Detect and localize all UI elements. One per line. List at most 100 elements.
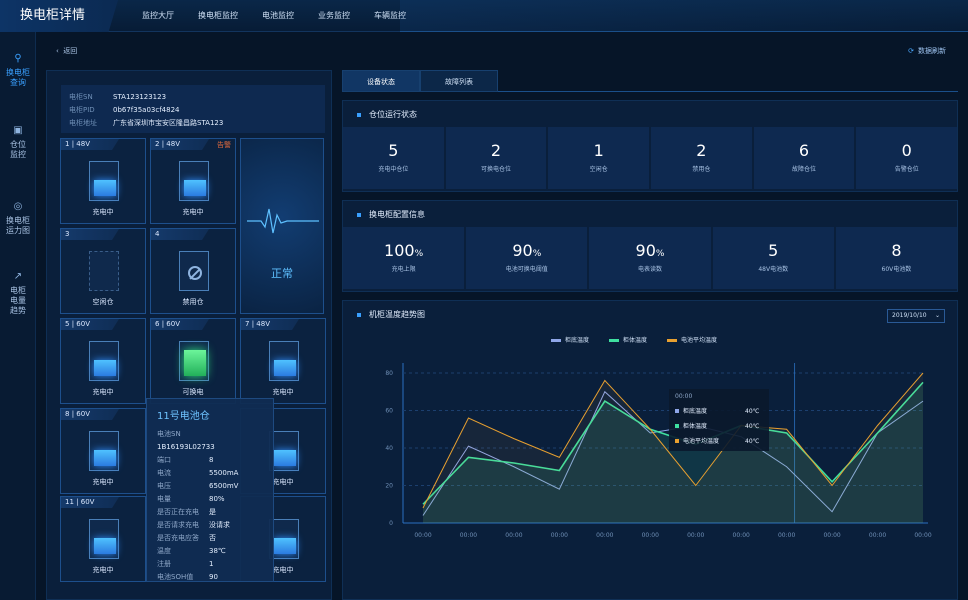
slot-header: 5 | 60V bbox=[61, 319, 119, 330]
tooltip-name: 柜底温度 bbox=[683, 408, 708, 415]
slot-cell-7[interactable]: 7 | 48V 充电中 bbox=[240, 318, 326, 404]
popup-value: 90 bbox=[209, 573, 218, 581]
slot-number: 8 bbox=[65, 410, 70, 418]
section-title: 机柜温度趋势图 bbox=[357, 309, 425, 320]
stat-label: 告警仓位 bbox=[894, 166, 919, 173]
nav-business-monitor[interactable]: 业务监控 bbox=[318, 0, 350, 32]
chevron-down-icon: ⌄ bbox=[934, 312, 940, 319]
refresh-button[interactable]: ⟳ 数据刷新 bbox=[908, 46, 946, 56]
sidebar-item-capacity-map[interactable]: ◎ 换电柜 运力图 bbox=[0, 202, 36, 236]
slot-status: 充电中 bbox=[182, 208, 204, 216]
popup-key: 温度 bbox=[157, 547, 171, 555]
battery-stack bbox=[94, 538, 116, 554]
sidebar-item-slot-monitor[interactable]: ▣ 仓位 监控 bbox=[0, 126, 36, 160]
back-button[interactable]: ‹ 返回 bbox=[56, 46, 77, 56]
tooltip-value: 40℃ bbox=[745, 438, 760, 445]
slot-status: 充电中 bbox=[92, 388, 114, 396]
stat-label: 禁用仓 bbox=[692, 166, 711, 173]
date-select[interactable]: 2019/10/10 ⌄ bbox=[887, 309, 945, 323]
sidebar-item-label: 监控 bbox=[10, 150, 26, 159]
sidebar-item-label: 运力图 bbox=[6, 226, 30, 235]
popup-value: 8 bbox=[209, 456, 214, 464]
tooltip-row: 柜体温度 40℃ bbox=[675, 419, 763, 434]
stat-label: 充电上限 bbox=[391, 266, 416, 273]
refresh-icon: ⟳ bbox=[908, 47, 914, 55]
sidebar-item-label: 电柜 bbox=[10, 286, 26, 295]
slot-cell-5[interactable]: 5 | 60V 充电中 bbox=[60, 318, 146, 404]
battery-stack bbox=[94, 360, 116, 376]
nav-vehicle-monitor[interactable]: 车辆监控 bbox=[374, 0, 406, 32]
stat-value: 5 bbox=[768, 241, 779, 260]
stat-card: 5 充电中仓位 bbox=[343, 127, 444, 189]
tab-bar: 设备状态 故障列表 bbox=[342, 70, 958, 92]
sidebar-item-label: 趋势 bbox=[10, 306, 26, 315]
slot-voltage: 48V bbox=[76, 140, 90, 148]
section-title: 仓位运行状态 bbox=[357, 109, 417, 120]
popup-row: 是否充电应答 否 bbox=[157, 532, 263, 545]
slot-cell-3[interactable]: 3 空闲仓 bbox=[60, 228, 146, 314]
legend-item[interactable]: 电池平均温度 bbox=[667, 335, 717, 344]
sidebar-item-power-trend[interactable]: ↗ 电柜 电量 趋势 bbox=[0, 272, 36, 316]
legend-item[interactable]: 柜体温度 bbox=[609, 335, 647, 344]
cabinet-info: 电柜SN STA123123123 电柜PID 0b67f35a03cf4824 电… bbox=[61, 85, 325, 133]
popup-value: 是 bbox=[209, 508, 216, 516]
popup-row: 电池SOH值 90 bbox=[157, 571, 263, 584]
slot-cell-1[interactable]: 1 | 48V 充电中 bbox=[60, 138, 146, 224]
search-icon: ⚲ bbox=[14, 53, 22, 64]
status-normal-label: 正常 bbox=[271, 267, 293, 280]
stat-value-wrap: 8 bbox=[836, 241, 957, 260]
popup-row: 注册 1 bbox=[157, 558, 263, 571]
battery-box-icon bbox=[89, 341, 119, 381]
slot-cell-4[interactable]: 4 禁用仓 bbox=[150, 228, 236, 314]
popup-key: 是否请求充电 bbox=[157, 521, 199, 529]
stat-value: 90 bbox=[512, 241, 533, 260]
slot-voltage: 60V bbox=[166, 320, 180, 328]
y-tick-label: 20 bbox=[385, 483, 393, 490]
tab-fault-list[interactable]: 故障列表 bbox=[420, 70, 498, 92]
x-tick-label: 00:00 bbox=[687, 532, 704, 539]
slot-header: 6 | 60V bbox=[151, 319, 209, 330]
slot-cell-8[interactable]: 8 | 60V 充电中 bbox=[60, 408, 146, 494]
app-title: 换电柜详情 bbox=[0, 0, 118, 32]
slot-status: 充电中 bbox=[92, 566, 114, 574]
x-tick-label: 00:00 bbox=[823, 532, 840, 539]
nav-battery-monitor[interactable]: 电池监控 bbox=[262, 0, 294, 32]
addr-value: 广东省深圳市宝安区隆昌路STA123 bbox=[113, 119, 224, 127]
stat-label: 48V电池数 bbox=[758, 266, 789, 273]
slot-status: 充电中 bbox=[272, 388, 294, 396]
x-tick-label: 00:00 bbox=[733, 532, 750, 539]
x-tick-label: 00:00 bbox=[460, 532, 477, 539]
slot-status: 可换电 bbox=[182, 388, 204, 396]
popup-row: 端口 8 bbox=[157, 454, 263, 467]
slot-header: 1 | 48V bbox=[61, 139, 119, 150]
x-tick-label: 00:00 bbox=[596, 532, 613, 539]
nav-monitor-hall[interactable]: 监控大厅 bbox=[142, 0, 174, 32]
sidebar-item-label: 电量 bbox=[10, 296, 26, 305]
battery-box-icon bbox=[89, 519, 119, 559]
stat-value-wrap: 90% bbox=[589, 241, 710, 260]
chart-icon: ▣ bbox=[13, 125, 23, 136]
slot-cell-6[interactable]: 6 | 60V 可换电 bbox=[150, 318, 236, 404]
slot-header: 8 | 60V bbox=[61, 409, 119, 420]
battery-stack bbox=[274, 538, 296, 554]
popup-value: 没请求 bbox=[209, 521, 230, 529]
legend-item[interactable]: 柜底温度 bbox=[551, 335, 589, 344]
slot-cell-11[interactable]: 11 | 60V 充电中 bbox=[60, 496, 146, 582]
stat-label: 电池可换电阈值 bbox=[505, 266, 548, 273]
back-label: 返回 bbox=[63, 47, 78, 55]
nav-cabinet-monitor[interactable]: 换电柜监控 bbox=[198, 0, 238, 32]
stat-value-wrap: 100% bbox=[343, 241, 464, 260]
stat-card: 6 故障仓位 bbox=[753, 127, 855, 189]
y-tick-label: 0 bbox=[389, 520, 393, 527]
section-title: 换电柜配置信息 bbox=[357, 209, 425, 220]
sidebar-item-cabinet-query[interactable]: ⚲ 换电柜 查询 bbox=[0, 54, 36, 88]
tab-device-status[interactable]: 设备状态 bbox=[342, 70, 420, 92]
battery-stack bbox=[94, 450, 116, 466]
popup-key: 电池SN bbox=[157, 430, 181, 438]
slot-cell-2[interactable]: 2 | 48V 告警 充电中 bbox=[150, 138, 236, 224]
slot-voltage: 48V bbox=[166, 140, 180, 148]
popup-key: 电量 bbox=[157, 495, 171, 503]
stat-card: 100% 充电上限 bbox=[343, 227, 465, 289]
slot-number: 7 bbox=[245, 320, 250, 328]
stat-value-wrap: 5 bbox=[713, 241, 834, 260]
